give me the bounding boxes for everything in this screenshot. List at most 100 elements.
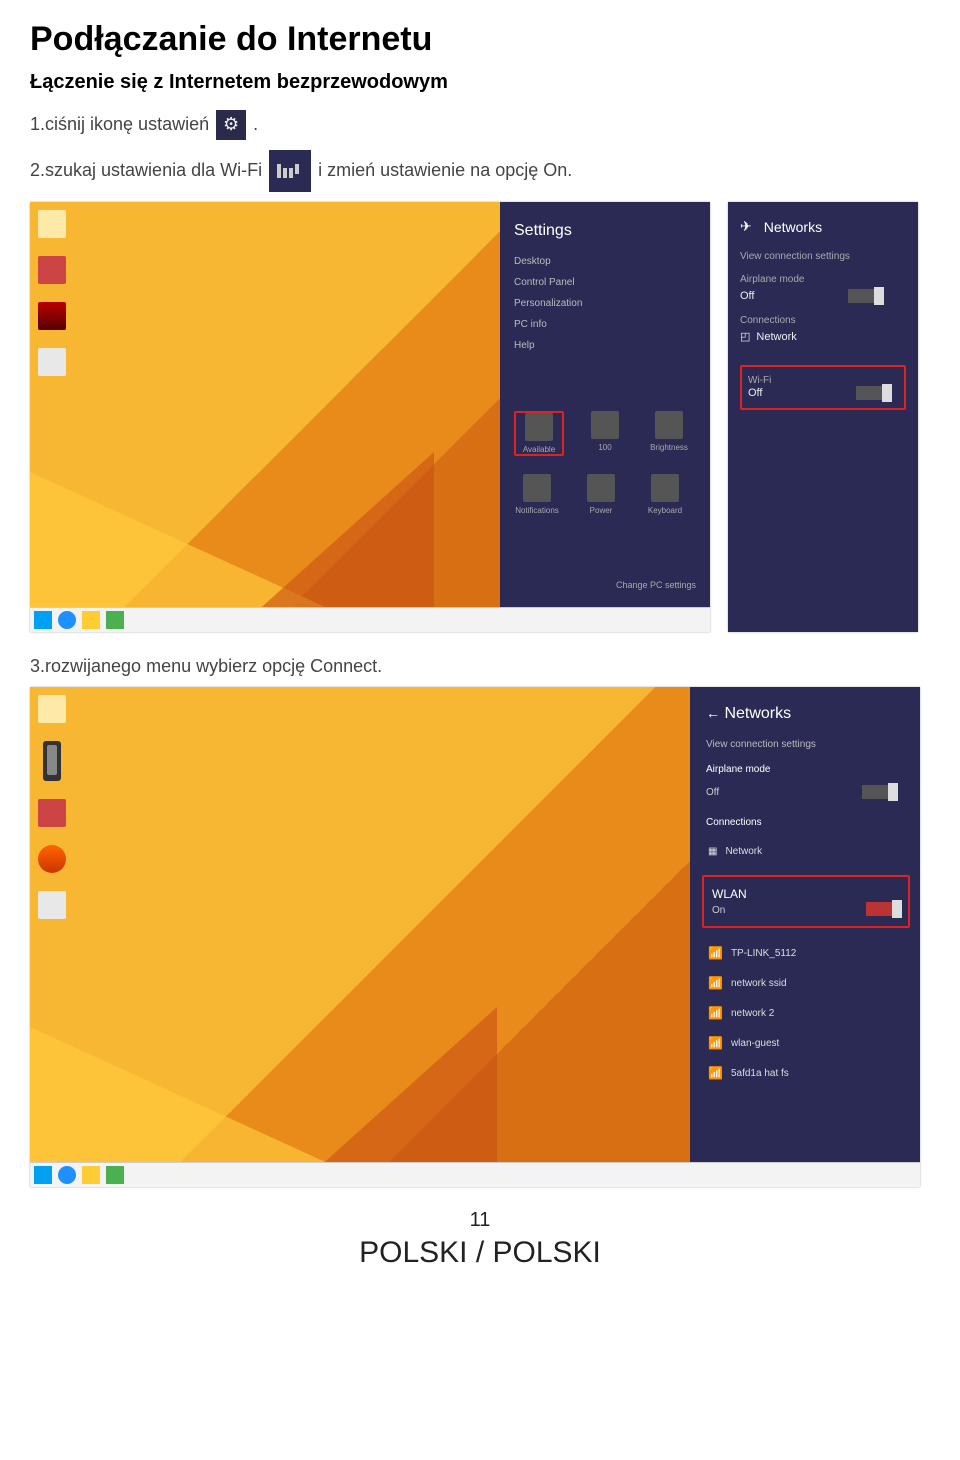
gear-icon [216,110,246,140]
desktop-icons [38,695,66,919]
wifi-network-item[interactable]: TP-LINK_5112 [706,938,906,968]
airplane-mode-toggle[interactable] [848,289,882,303]
settings-item-control-panel[interactable]: Control Panel [514,277,696,288]
wifi-network-item[interactable]: wlan-guest [706,1028,906,1058]
connection-name: Network [725,846,762,857]
tile-notifications-label: Notifications [515,506,559,515]
wifi-network-item[interactable]: network ssid [706,968,906,998]
start-button-icon[interactable] [34,1166,52,1184]
networks-flyout-panel: ← Networks View connection settings Airp… [690,687,920,1163]
step-1-text-a: 1.ciśnij ikonę ustawień [30,114,214,134]
explorer-icon[interactable] [82,611,100,629]
desktop-icons [38,210,66,376]
start-button-icon[interactable] [34,611,52,629]
view-connection-settings-link[interactable]: View connection settings [706,739,906,750]
desktop-icon[interactable] [38,845,66,873]
networks-panel: Networks View connection settings Airpla… [728,202,918,632]
wlan-toggle[interactable] [866,902,900,916]
networks-title: Networks [740,218,906,235]
airplane-mode-label: Airplane mode [706,764,906,775]
back-arrow-icon[interactable] [740,218,758,235]
tile-brightness[interactable]: Brightness [646,411,692,456]
settings-quick-tiles: Available 100 Brightness Notifications P… [514,411,696,515]
store-icon[interactable] [106,611,124,629]
ethernet-icon: ▦ [708,846,717,857]
tile-power-label: Power [590,506,613,515]
wifi-section-highlight: Wi-Fi Off [740,365,906,410]
back-arrow-icon[interactable]: ← [706,705,720,721]
settings-item-pcinfo[interactable]: PC info [514,319,696,330]
explorer-icon[interactable] [82,1166,100,1184]
ie-icon[interactable] [58,1166,76,1184]
wifi-label: Wi-Fi [748,375,898,386]
networks-title: ← Networks [706,705,906,723]
settings-item-desktop[interactable]: Desktop [514,256,696,267]
ie-icon[interactable] [58,611,76,629]
tile-network-label: Available [523,445,555,454]
wifi-value: Off [748,387,762,399]
screenshot-networks-panel: Networks View connection settings Airpla… [728,202,918,632]
desktop-icon[interactable] [38,891,66,919]
speaker-icon [591,411,619,439]
view-connection-settings-link[interactable]: View connection settings [740,251,906,262]
connection-name[interactable]: Network [740,330,906,343]
signal-bars-icon [708,946,723,960]
wifi-toggle[interactable] [856,386,890,400]
desktop-icon[interactable] [38,210,66,238]
wlan-section-highlight: WLAN On [702,875,910,928]
footer-language: POLSKI / POLSKI [30,1236,930,1270]
networks-title-text: Networks [764,219,822,235]
settings-item-help[interactable]: Help [514,340,696,351]
signal-bars-icon [708,1066,723,1080]
step-1: 1.ciśnij ikonę ustawień . [30,110,930,140]
page-heading: Podłączanie do Internetu [30,20,930,59]
power-icon [587,474,615,502]
tile-brightness-label: Brightness [650,443,688,452]
tile-volume[interactable]: 100 [582,411,628,456]
networks-title-text: Networks [724,705,791,722]
store-icon[interactable] [106,1166,124,1184]
message-icon [523,474,551,502]
tile-network[interactable]: Available [514,411,564,456]
airplane-mode-label: Airplane mode [740,274,906,285]
tile-power[interactable]: Power [578,474,624,515]
step-1-text-b: . [253,114,258,134]
step-2-text-a: 2.szukaj ustawienia dla Wi-Fi [30,160,267,180]
keyboard-icon [651,474,679,502]
step-2-text-b: i zmień ustawienie na opcję On. [318,160,572,180]
desktop-icon[interactable] [38,799,66,827]
signal-bars-icon [708,1036,723,1050]
screenshot-desktop-settings: Settings Desktop Control Panel Personali… [30,202,710,632]
screenshot-row-1: Settings Desktop Control Panel Personali… [30,202,930,632]
page-subtitle: Łączenie się z Internetem bezprzewodowym [30,71,930,94]
tile-keyboard-label: Keyboard [648,506,682,515]
connections-label: Connections [740,315,906,326]
desktop-icon[interactable] [38,695,66,723]
desktop-icon[interactable] [43,741,61,781]
desktop-icon[interactable] [38,302,66,330]
tile-keyboard[interactable]: Keyboard [642,474,688,515]
taskbar [30,1162,920,1187]
step-3: 3.rozwijanego menu wybierz opcję Connect… [30,656,930,677]
page-footer: 11 POLSKI / POLSKI [30,1209,930,1270]
desktop-icon[interactable] [38,256,66,284]
settings-item-personalization[interactable]: Personalization [514,298,696,309]
airplane-mode-toggle[interactable] [862,785,896,799]
settings-charm-panel: Settings Desktop Control Panel Personali… [500,202,710,608]
wlan-label: WLAN [712,887,900,901]
taskbar [30,607,710,632]
signal-bars-icon [708,1006,723,1020]
wifi-network-item[interactable]: 5afd1a hat fs [706,1058,906,1088]
signal-bars-icon [708,976,723,990]
page-number: 11 [30,1209,930,1232]
ethernet-icon [740,331,756,343]
screenshot-desktop-networks: ← Networks View connection settings Airp… [30,687,920,1187]
tile-volume-label: 100 [598,443,611,452]
change-pc-settings-link[interactable]: Change PC settings [616,580,696,590]
desktop-icon[interactable] [38,348,66,376]
tile-notifications[interactable]: Notifications [514,474,560,515]
network-icon [525,413,553,441]
wifi-network-item[interactable]: network 2 [706,998,906,1028]
step-2: 2.szukaj ustawienia dla Wi-Fi i zmień us… [30,150,930,192]
connection-item[interactable]: ▦ Network [706,838,906,865]
